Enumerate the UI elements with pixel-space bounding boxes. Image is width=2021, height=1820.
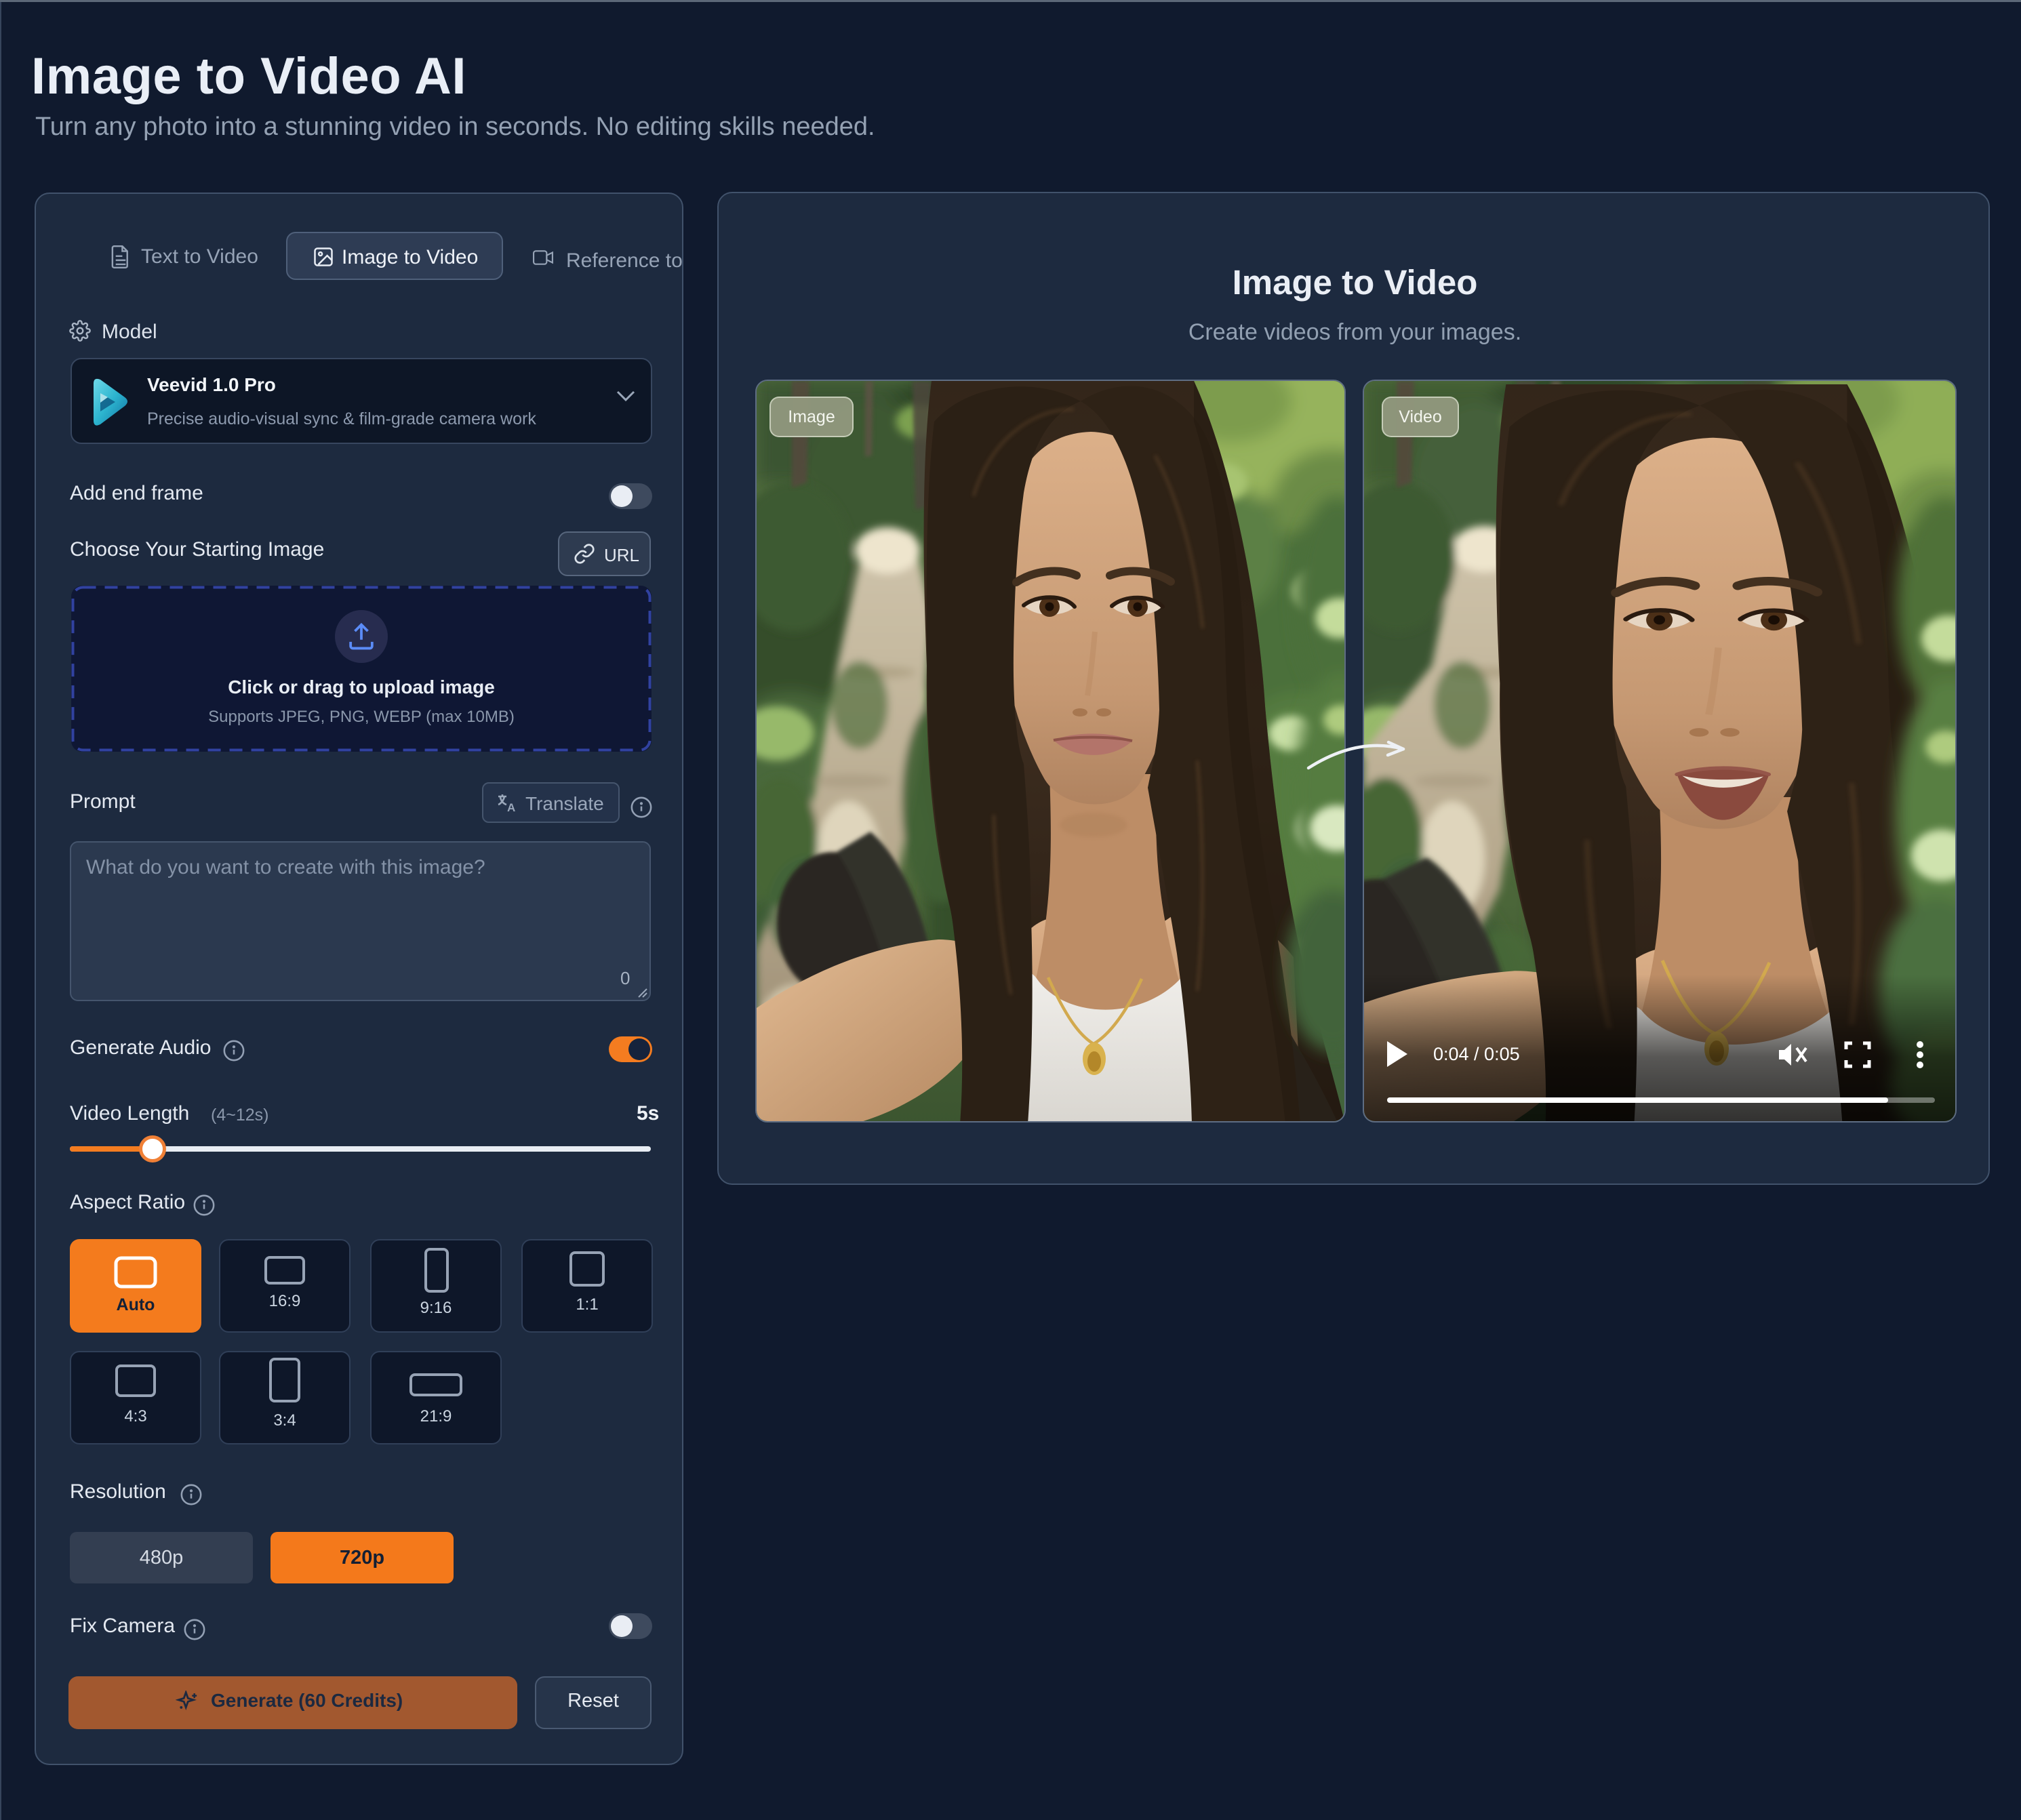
svg-text:A: A	[507, 801, 515, 813]
